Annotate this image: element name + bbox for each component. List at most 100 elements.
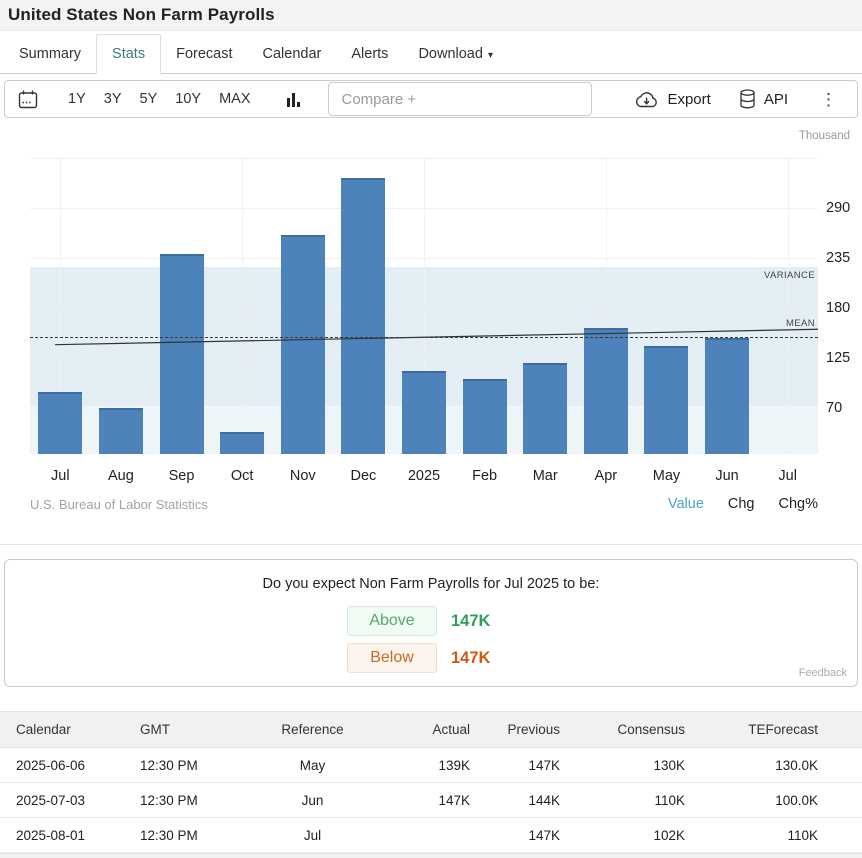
table-cell: 100.0K [685, 783, 862, 818]
table-header-row: CalendarGMTReferenceActualPreviousConsen… [0, 712, 862, 748]
page-header: United States Non Farm Payrolls [0, 0, 862, 31]
poll-row-above: Above 147K [5, 606, 857, 636]
tab-summary[interactable]: Summary [4, 35, 96, 73]
below-button[interactable]: Below [347, 643, 437, 673]
mode-chg-[interactable]: Chg% [779, 496, 819, 512]
calendar-table: CalendarGMTReferenceActualPreviousConsen… [0, 711, 862, 853]
column-header-calendar[interactable]: Calendar [0, 712, 140, 748]
tab-download[interactable]: Download▾ [403, 35, 508, 73]
range-button-1y[interactable]: 1Y [68, 91, 86, 107]
table-cell: 12:30 PM [140, 748, 250, 783]
range-button-10y[interactable]: 10Y [175, 91, 201, 107]
trend-line [30, 158, 818, 454]
x-tick-label: Feb [454, 468, 516, 484]
table-cell: 147K [470, 748, 560, 783]
table-cell: 2025-07-03 [0, 783, 140, 818]
api-button[interactable]: API [739, 89, 788, 109]
source-attribution: U.S. Bureau of Labor Statistics [30, 497, 208, 512]
payrolls-chart: Thousand VARIANCE MEAN 70 125 180 235 290 Jul… [0, 124, 862, 514]
x-tick-label: 2025 [393, 468, 455, 484]
chart-toolbar: 1Y 3Y 5Y 10Y MAX Export API ⋮ [4, 80, 858, 118]
feedback-link[interactable]: Feedback [799, 667, 847, 679]
x-tick-label: Jun [696, 468, 758, 484]
database-icon [739, 89, 756, 109]
above-button[interactable]: Above [347, 606, 437, 636]
y-axis-unit-label: Thousand [799, 130, 850, 142]
x-tick-label: May [635, 468, 697, 484]
page-title: United States Non Farm Payrolls [8, 5, 275, 25]
overflow-menu-button[interactable]: ⋮ [816, 91, 841, 108]
chevron-down-icon: ▾ [488, 50, 493, 61]
column-header-teforecast[interactable]: TEForecast [685, 712, 862, 748]
mean-label: MEAN [786, 318, 815, 329]
chart-mode-switch: Value Chg Chg% [668, 496, 862, 512]
table-row[interactable]: 2025-06-0612:30 PMMay139K147K130K130.0K [0, 748, 862, 783]
bar-icon [287, 98, 290, 107]
chart-footer: U.S. Bureau of Labor Statistics Value Chg… [0, 496, 862, 512]
y-tick-label: 180 [826, 300, 850, 316]
column-header-actual[interactable]: Actual [375, 712, 470, 748]
column-header-consensus[interactable]: Consensus [560, 712, 685, 748]
poll-row-below: Below 147K [5, 643, 857, 673]
export-label: Export [667, 91, 710, 108]
table-cell: 130K [560, 748, 685, 783]
poll-question: Do you expect Non Farm Payrolls for Jul … [5, 560, 857, 592]
x-tick-label: Jul [757, 468, 819, 484]
table-cell: 144K [470, 783, 560, 818]
table-cell [375, 818, 470, 853]
tab-alerts[interactable]: Alerts [336, 35, 403, 73]
tab-bar: SummaryStatsForecastCalendarAlertsDownlo… [0, 31, 862, 74]
table-cell: 2025-08-01 [0, 818, 140, 853]
table-cell: 130.0K [685, 748, 862, 783]
tab-forecast[interactable]: Forecast [161, 35, 247, 73]
export-button[interactable]: Export [634, 90, 710, 109]
table-cell: 110K [685, 818, 862, 853]
table-cell: Jun [250, 783, 375, 818]
table-cell: 102K [560, 818, 685, 853]
x-tick-label: Apr [575, 468, 637, 484]
tab-calendar[interactable]: Calendar [248, 35, 337, 73]
api-label: API [764, 91, 788, 108]
variance-label: VARIANCE [764, 270, 815, 281]
above-threshold-value: 147K [451, 612, 515, 631]
table-cell: 12:30 PM [140, 783, 250, 818]
column-header-previous[interactable]: Previous [470, 712, 560, 748]
mode-value[interactable]: Value [668, 496, 704, 512]
table-cell: 147K [375, 783, 470, 818]
chart-plot-area[interactable]: VARIANCE MEAN [30, 158, 818, 454]
bar-icon [297, 102, 300, 107]
compare-input[interactable] [328, 82, 592, 116]
range-button-3y[interactable]: 3Y [104, 91, 122, 107]
range-buttons: 1Y 3Y 5Y 10Y MAX [59, 91, 259, 107]
x-tick-label: Sep [151, 468, 213, 484]
x-tick-label: Jul [29, 468, 91, 484]
calendar-range-button[interactable] [17, 89, 39, 110]
x-tick-label: Aug [90, 468, 152, 484]
below-threshold-value: 147K [451, 649, 515, 668]
y-tick-label: 290 [826, 200, 850, 216]
chart-type-button[interactable] [287, 92, 300, 107]
table-cell: May [250, 748, 375, 783]
table-cell: 12:30 PM [140, 818, 250, 853]
table-row[interactable]: 2025-07-0312:30 PMJun147K144K110K100.0K [0, 783, 862, 818]
table-cell: 2025-06-06 [0, 748, 140, 783]
section-divider [0, 544, 862, 545]
mode-chg[interactable]: Chg [728, 496, 755, 512]
column-header-reference[interactable]: Reference [250, 712, 375, 748]
y-tick-label: 125 [826, 350, 850, 366]
bar-icon [292, 93, 295, 107]
range-button-max[interactable]: MAX [219, 91, 250, 107]
table-row[interactable]: 2025-08-0112:30 PMJul 147K102K110K [0, 818, 862, 853]
y-tick-label: 235 [826, 250, 850, 266]
x-tick-label: Dec [332, 468, 394, 484]
y-tick-label: 70 [826, 400, 842, 416]
x-tick-label: Mar [514, 468, 576, 484]
table-cell: 147K [470, 818, 560, 853]
forecast-poll: Do you expect Non Farm Payrolls for Jul … [4, 559, 858, 687]
column-header-gmt[interactable]: GMT [140, 712, 250, 748]
table-cell: 110K [560, 783, 685, 818]
tab-stats[interactable]: Stats [96, 34, 161, 74]
table-cell: Jul [250, 818, 375, 853]
range-button-5y[interactable]: 5Y [140, 91, 158, 107]
toolbar-right-group: Export API ⋮ [634, 89, 845, 109]
